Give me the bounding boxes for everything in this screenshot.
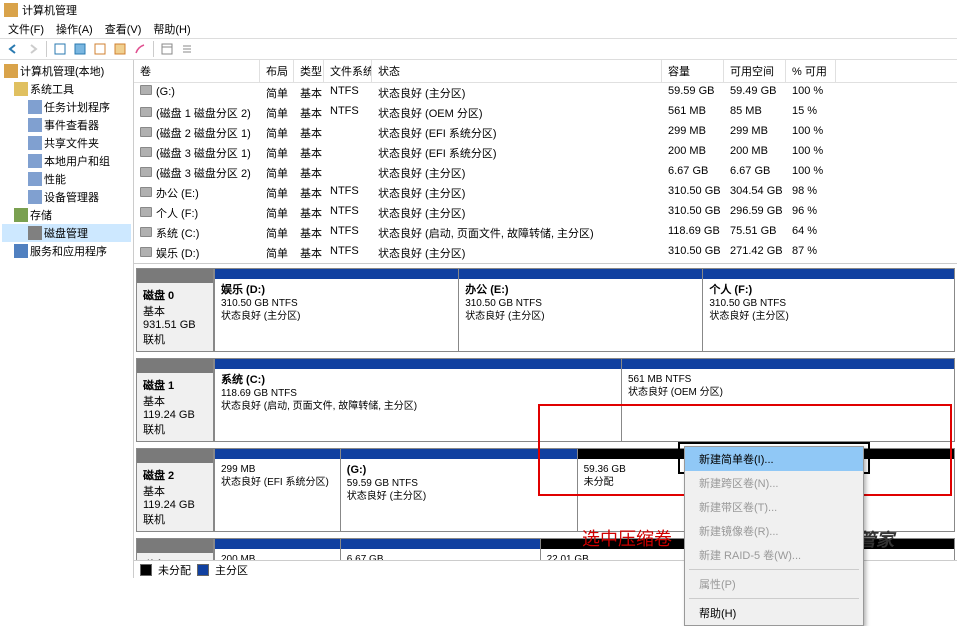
tree-item[interactable]: 共享文件夹	[2, 134, 131, 152]
app-icon	[4, 3, 18, 17]
menu-file[interactable]: 文件(F)	[4, 19, 48, 39]
volume-row[interactable]: 办公 (E:)简单基本NTFS状态良好 (主分区)310.50 GB304.54…	[134, 183, 957, 203]
ctx-new-striped-volume: 新建带区卷(T)...	[685, 495, 863, 519]
legend-unalloc-label: 未分配	[158, 562, 191, 578]
volume-row[interactable]: (磁盘 3 磁盘分区 1)简单基本状态良好 (EFI 系统分区)200 MB20…	[134, 143, 957, 163]
tree-root[interactable]: 计算机管理(本地)	[2, 62, 131, 80]
tree-item[interactable]: 任务计划程序	[2, 98, 131, 116]
ctx-properties: 属性(P)	[685, 572, 863, 596]
menu-bar: 文件(F) 操作(A) 查看(V) 帮助(H)	[0, 20, 957, 38]
volume-list: 卷 布局 类型 文件系统 状态 容量 可用空间 % 可用 (G:)简单基本NTF…	[134, 60, 957, 264]
volume-row[interactable]: 个人 (F:)简单基本NTFS状态良好 (主分区)310.50 GB296.59…	[134, 203, 957, 223]
volume-row[interactable]: (磁盘 3 磁盘分区 2)简单基本状态良好 (主分区)6.67 GB6.67 G…	[134, 163, 957, 183]
menu-help[interactable]: 帮助(H)	[149, 19, 194, 39]
tb-btn-settings[interactable]	[158, 40, 176, 58]
disk-label[interactable]: 磁盘 0基本931.51 GB联机	[136, 268, 214, 352]
legend-primary-label: 主分区	[215, 562, 248, 578]
menu-view[interactable]: 查看(V)	[101, 19, 146, 39]
tb-btn-2[interactable]	[71, 40, 89, 58]
col-capacity: 容量	[662, 60, 724, 82]
partition[interactable]: 个人 (F:)310.50 GB NTFS状态良好 (主分区)	[702, 269, 954, 351]
legend-unalloc-swatch	[140, 564, 152, 576]
col-free: 可用空间	[724, 60, 786, 82]
disk-label[interactable]: 磁盘 2基本119.24 GB联机	[136, 448, 214, 532]
nav-tree: 计算机管理(本地) 系统工具 任务计划程序事件查看器共享文件夹本地用户和组性能设…	[0, 60, 134, 578]
col-volume: 卷	[134, 60, 260, 82]
col-type: 类型	[294, 60, 324, 82]
legend-primary-swatch	[197, 564, 209, 576]
volume-row[interactable]: 娱乐 (D:)简单基本NTFS状态良好 (主分区)310.50 GB271.42…	[134, 243, 957, 263]
forward-button[interactable]	[24, 40, 42, 58]
ctx-help[interactable]: 帮助(H)	[685, 601, 863, 625]
partition[interactable]: 系统 (C:)118.69 GB NTFS状态良好 (启动, 页面文件, 故障转…	[214, 359, 621, 441]
tree-item[interactable]: 设备管理器	[2, 188, 131, 206]
menu-action[interactable]: 操作(A)	[52, 19, 97, 39]
tb-btn-list[interactable]	[178, 40, 196, 58]
ctx-new-mirrored-volume: 新建镜像卷(R)...	[685, 519, 863, 543]
tb-btn-4[interactable]	[111, 40, 129, 58]
ctx-new-simple-volume[interactable]: 新建简单卷(I)...	[685, 447, 863, 471]
tb-btn-3[interactable]	[91, 40, 109, 58]
back-button[interactable]	[4, 40, 22, 58]
col-layout: 布局	[260, 60, 294, 82]
volume-row[interactable]: (磁盘 2 磁盘分区 1)简单基本状态良好 (EFI 系统分区)299 MB29…	[134, 123, 957, 143]
tree-system-tools[interactable]: 系统工具	[2, 80, 131, 98]
partition[interactable]: 561 MB NTFS状态良好 (OEM 分区)	[621, 359, 954, 441]
toolbar	[0, 38, 957, 60]
partition[interactable]: 娱乐 (D:)310.50 GB NTFS状态良好 (主分区)	[214, 269, 458, 351]
tree-item[interactable]: 事件查看器	[2, 116, 131, 134]
volume-row[interactable]: 系统 (C:)简单基本NTFS状态良好 (启动, 页面文件, 故障转储, 主分区…	[134, 223, 957, 243]
tree-item[interactable]: 性能	[2, 170, 131, 188]
partition[interactable]: 办公 (E:)310.50 GB NTFS状态良好 (主分区)	[458, 269, 702, 351]
volume-row[interactable]: (G:)简单基本NTFS状态良好 (主分区)59.59 GB59.49 GB10…	[134, 83, 957, 103]
context-menu: 新建简单卷(I)... 新建跨区卷(N)... 新建带区卷(T)... 新建镜像…	[684, 446, 864, 626]
partition[interactable]: 299 MB状态良好 (EFI 系统分区)	[214, 449, 340, 531]
window-titlebar: 计算机管理	[0, 0, 957, 20]
col-status: 状态	[372, 60, 662, 82]
disk-label[interactable]: 磁盘 1基本119.24 GB联机	[136, 358, 214, 442]
col-pct: % 可用	[786, 60, 836, 82]
col-fs: 文件系统	[324, 60, 372, 82]
window-title: 计算机管理	[22, 2, 77, 18]
tb-btn-5[interactable]	[131, 40, 149, 58]
tree-services[interactable]: 服务和应用程序	[2, 242, 131, 260]
volume-list-header[interactable]: 卷 布局 类型 文件系统 状态 容量 可用空间 % 可用	[134, 60, 957, 83]
volume-row[interactable]: (磁盘 1 磁盘分区 2)简单基本NTFS状态良好 (OEM 分区)561 MB…	[134, 103, 957, 123]
annotation-hint-text: 选中压缩卷	[582, 525, 672, 551]
tb-btn-1[interactable]	[51, 40, 69, 58]
partition[interactable]: (G:)59.59 GB NTFS状态良好 (主分区)	[340, 449, 577, 531]
tree-storage[interactable]: 存储	[2, 206, 131, 224]
ctx-new-spanned-volume: 新建跨区卷(N)...	[685, 471, 863, 495]
ctx-new-raid5-volume: 新建 RAID-5 卷(W)...	[685, 543, 863, 567]
tree-disk-management[interactable]: 磁盘管理	[2, 224, 131, 242]
tree-item[interactable]: 本地用户和组	[2, 152, 131, 170]
